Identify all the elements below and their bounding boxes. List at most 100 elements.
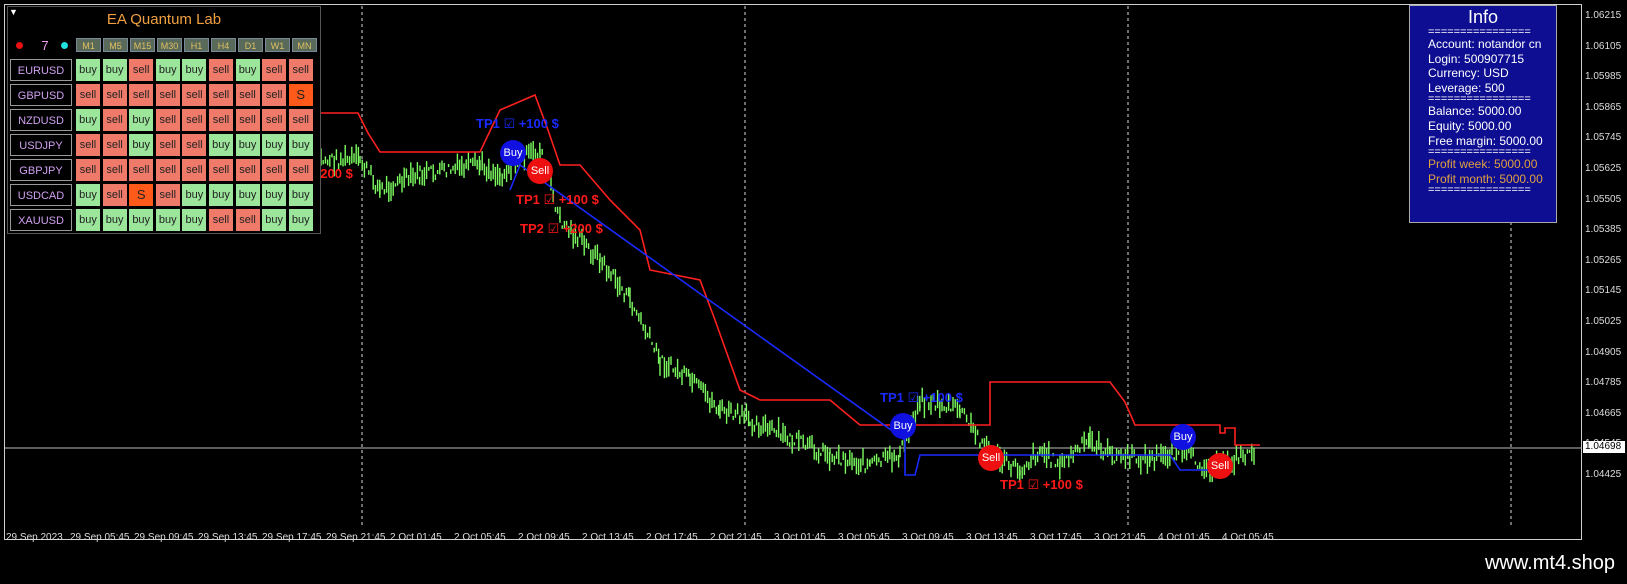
- time-tick: 29 Sep 05:45: [70, 532, 130, 543]
- timeframe-button-mn[interactable]: MN: [292, 38, 317, 52]
- signal-cell[interactable]: sell: [182, 134, 207, 156]
- signal-cell[interactable]: buy: [155, 59, 180, 81]
- signal-cell[interactable]: sell: [288, 159, 313, 181]
- price-tick: 1.05025: [1585, 316, 1622, 327]
- pair-row-eurusd: EURUSD buy buy sell buy buy sell buy sell sell: [10, 59, 315, 84]
- current-price-label: 1.04698: [1583, 441, 1625, 453]
- signal-cell[interactable]: sell: [288, 59, 313, 81]
- separator: ================: [1428, 95, 1531, 105]
- signal-cell[interactable]: buy: [262, 184, 287, 206]
- signal-cell[interactable]: sell: [102, 84, 127, 106]
- signal-cell[interactable]: sell: [235, 84, 260, 106]
- buy-marker[interactable]: Buy: [500, 140, 526, 166]
- pair-button-usdcad[interactable]: USDCAD: [10, 184, 72, 206]
- signal-cell[interactable]: sell: [155, 109, 180, 131]
- signal-cell[interactable]: buy: [182, 209, 207, 231]
- signal-cell[interactable]: sell: [235, 159, 260, 181]
- signal-cell[interactable]: buy: [262, 209, 287, 231]
- signal-cell[interactable]: buy: [288, 134, 313, 156]
- timeframe-button-d1[interactable]: D1: [238, 38, 263, 52]
- timeframe-button-m5[interactable]: M5: [103, 38, 128, 52]
- signal-cell[interactable]: buy: [182, 184, 207, 206]
- login: Login: 500907715: [1428, 51, 1525, 66]
- time-tick: 29 Sep 2023: [6, 532, 63, 543]
- pair-row-gbpjpy: GBPJPY sell sell sell sell sell sell sell sell se…: [10, 159, 315, 184]
- signal-cell[interactable]: sell: [235, 109, 260, 131]
- timeframe-button-w1[interactable]: W1: [265, 38, 290, 52]
- time-tick: 3 Oct 17:45: [1030, 532, 1082, 543]
- signal-cell[interactable]: sell: [262, 84, 287, 106]
- signal-cell[interactable]: sell: [208, 109, 233, 131]
- signal-cell[interactable]: buy: [155, 209, 180, 231]
- signal-cell[interactable]: buy: [182, 59, 207, 81]
- sell-marker[interactable]: Sell: [978, 445, 1004, 471]
- signal-cell[interactable]: sell: [208, 159, 233, 181]
- signal-cell[interactable]: sell: [102, 159, 127, 181]
- signal-cell[interactable]: buy: [129, 209, 154, 231]
- buy-marker[interactable]: Buy: [890, 413, 916, 439]
- session-dividers: [361, 6, 1512, 528]
- signal-cell[interactable]: sell: [262, 159, 287, 181]
- signal-cell[interactable]: buy: [76, 109, 100, 131]
- account-name: Account: notandor cn: [1428, 37, 1542, 51]
- pair-button-usdjpy[interactable]: USDJPY: [10, 134, 72, 156]
- pair-button-gbpjpy[interactable]: GBPJPY: [10, 159, 72, 181]
- signal-cell[interactable]: sell: [208, 209, 233, 231]
- signal-cell[interactable]: sell: [102, 184, 127, 206]
- pair-button-eurusd[interactable]: EURUSD: [10, 59, 72, 81]
- signal-cell[interactable]: S: [129, 184, 154, 206]
- time-tick: 29 Sep 13:45: [198, 532, 258, 543]
- signal-cell[interactable]: buy: [76, 59, 100, 81]
- signal-cell[interactable]: buy: [76, 184, 100, 206]
- timeframe-button-m15[interactable]: M15: [130, 38, 155, 52]
- timeframe-button-m1[interactable]: M1: [76, 38, 101, 52]
- pair-button-nzdusd[interactable]: NZDUSD: [10, 109, 72, 131]
- time-tick: 3 Oct 01:45: [774, 532, 826, 543]
- separator: ================: [1428, 28, 1531, 37]
- signal-cell[interactable]: buy: [288, 184, 313, 206]
- signal-cell[interactable]: buy: [76, 209, 100, 231]
- signal-cell[interactable]: sell: [129, 59, 154, 81]
- signal-cell[interactable]: sell: [102, 134, 127, 156]
- signal-cell[interactable]: sell: [129, 159, 154, 181]
- timeframe-button-h1[interactable]: H1: [184, 38, 209, 52]
- signal-cell[interactable]: sell: [182, 159, 207, 181]
- signal-cell[interactable]: buy: [129, 134, 154, 156]
- signal-cell[interactable]: sell: [235, 209, 260, 231]
- signal-cell[interactable]: buy: [208, 134, 233, 156]
- signal-cell[interactable]: buy: [235, 59, 260, 81]
- signal-cell[interactable]: sell: [182, 109, 207, 131]
- signal-cell[interactable]: S: [288, 84, 313, 106]
- sell-marker[interactable]: Sell: [527, 158, 553, 184]
- signal-cell[interactable]: sell: [288, 109, 313, 131]
- pair-button-gbpusd[interactable]: GBPUSD: [10, 84, 72, 106]
- signal-cell[interactable]: sell: [155, 84, 180, 106]
- signal-cell[interactable]: sell: [76, 134, 100, 156]
- signal-cell[interactable]: buy: [129, 109, 154, 131]
- signal-cell[interactable]: buy: [208, 184, 233, 206]
- sell-marker[interactable]: Sell: [1207, 453, 1233, 479]
- signal-cell[interactable]: sell: [76, 84, 100, 106]
- signal-cell[interactable]: buy: [235, 184, 260, 206]
- signal-cell[interactable]: sell: [155, 159, 180, 181]
- signal-cell[interactable]: sell: [76, 159, 100, 181]
- signal-cell[interactable]: sell: [155, 134, 180, 156]
- signal-cell[interactable]: sell: [262, 59, 287, 81]
- pair-button-xauusd[interactable]: XAUUSD: [10, 209, 72, 231]
- timeframe-button-m30[interactable]: M30: [157, 38, 182, 52]
- signal-cell[interactable]: sell: [155, 184, 180, 206]
- signal-cell[interactable]: sell: [262, 109, 287, 131]
- price-tick: 1.05625: [1585, 163, 1622, 174]
- signal-cell[interactable]: sell: [182, 84, 207, 106]
- timeframe-button-h4[interactable]: H4: [211, 38, 236, 52]
- signal-cell[interactable]: buy: [102, 209, 127, 231]
- signal-cell[interactable]: sell: [129, 84, 154, 106]
- signal-cell[interactable]: sell: [102, 109, 127, 131]
- signal-cell[interactable]: sell: [208, 84, 233, 106]
- signal-cell[interactable]: buy: [235, 134, 260, 156]
- signal-cell[interactable]: buy: [288, 209, 313, 231]
- signal-cell[interactable]: buy: [102, 59, 127, 81]
- signal-cell[interactable]: buy: [262, 134, 287, 156]
- signal-cell[interactable]: sell: [208, 59, 233, 81]
- buy-marker[interactable]: Buy: [1170, 424, 1196, 450]
